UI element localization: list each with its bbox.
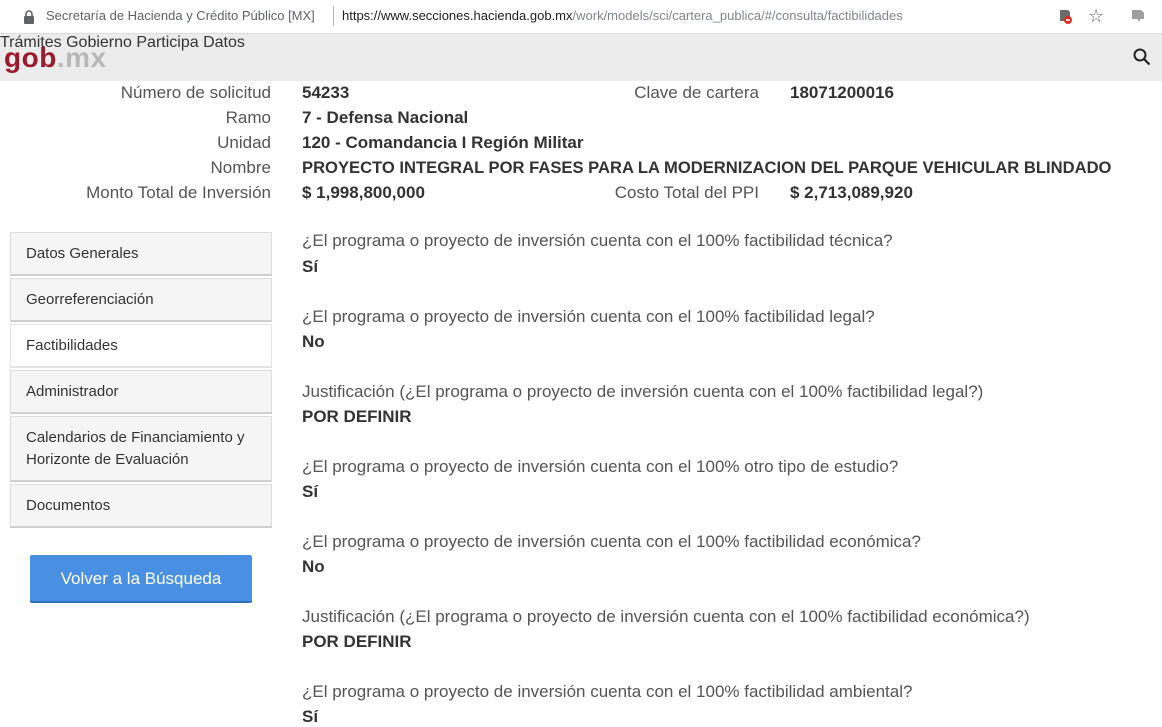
profile-icon[interactable] <box>1130 8 1146 24</box>
unidad-value: 120 - Comandancia I Región Militar <box>302 133 584 152</box>
nav-datos[interactable]: Datos <box>203 34 245 51</box>
search-icon[interactable] <box>1132 47 1152 67</box>
clave-label: Clave de cartera <box>634 83 759 102</box>
monto-value: $ 1,998,800,000 <box>302 183 425 202</box>
sidebar-item-label: Calendarios de Financiamiento y <box>26 429 245 446</box>
monto-label: Monto Total de Inversión <box>86 183 271 202</box>
ramo-label: Ramo <box>225 108 271 127</box>
question-text: ¿El programa o proyecto de inversión cue… <box>302 682 913 701</box>
project-summary: Número de solicitud 54233 Clave de carte… <box>0 81 1162 211</box>
answer-text: POR DEFINIR <box>302 407 412 426</box>
answer-text: Sí <box>302 482 319 501</box>
bookmark-star-icon[interactable]: ☆ <box>1088 5 1104 27</box>
answer-text: POR DEFINIR <box>302 632 412 651</box>
unidad-label: Unidad <box>217 133 271 152</box>
logo-mx: .mx <box>56 42 107 73</box>
url-path: /work/models/sci/cartera_publica/#/consu… <box>572 8 903 23</box>
nombre-value: PROYECTO INTEGRAL POR FASES PARA LA MODE… <box>302 158 1112 177</box>
numero-label: Número de solicitud <box>120 83 271 102</box>
nombre-label: Nombre <box>210 158 271 177</box>
clave-value: 18071200016 <box>790 83 895 102</box>
sidebar-item-label: Factibilidades <box>26 337 118 354</box>
costo-label: Costo Total del PPI <box>614 183 759 202</box>
numero-value: 54233 <box>302 83 350 102</box>
address-separator <box>333 6 334 26</box>
site-header: gob.mx Trámites Gobierno Participa Datos <box>0 34 1162 81</box>
answer-text: Sí <box>302 257 319 276</box>
sidebar-item-factibilidades[interactable]: Factibilidades <box>10 324 272 368</box>
sidebar-item-label: Datos Generales <box>26 245 139 262</box>
gob-mx-logo[interactable]: gob.mx <box>4 42 107 74</box>
sidebar-item-label-line2: Horizonte de Evaluación <box>26 451 189 468</box>
question-text: ¿El programa o proyecto de inversión cue… <box>302 532 921 551</box>
answer-text: No <box>302 557 325 576</box>
lock-icon[interactable] <box>22 9 36 25</box>
question-text: ¿El programa o proyecto de inversión cue… <box>302 307 875 326</box>
sidebar-item-label: Documentos <box>26 497 111 514</box>
sidebar-item-label: Georreferenciación <box>26 291 154 308</box>
sidebar-item-label: Administrador <box>26 383 119 400</box>
question-text: ¿El programa o proyecto de inversión cue… <box>302 457 899 476</box>
url-host: https://www.secciones.hacienda.gob.mx <box>342 8 573 23</box>
url-field[interactable]: https://www.secciones.hacienda.gob.mx/wo… <box>342 8 903 23</box>
answer-text: Sí <box>302 707 319 726</box>
ramo-value: 7 - Defensa Nacional <box>302 108 469 127</box>
logo-gob: gob <box>4 42 57 73</box>
sidebar-item-administrador[interactable]: Administrador <box>10 370 272 414</box>
costo-value: $ 2,713,089,920 <box>790 183 913 202</box>
extension-icon[interactable] <box>1057 8 1073 24</box>
site-name[interactable]: Secretaría de Hacienda y Crédito Público… <box>46 8 315 23</box>
back-to-search-button[interactable]: Volver a la Búsqueda <box>30 555 252 601</box>
browser-address-bar: Secretaría de Hacienda y Crédito Público… <box>0 0 1162 34</box>
question-text: ¿El programa o proyecto de inversión cue… <box>302 231 893 250</box>
sidebar-item-calendarios[interactable]: Calendarios de Financiamiento y Horizont… <box>10 416 272 482</box>
sidebar-item-documentos[interactable]: Documentos <box>10 484 272 528</box>
answer-text: No <box>302 332 325 351</box>
question-text: Justificación (¿El programa o proyecto d… <box>302 607 1030 626</box>
sidebar-item-datos-generales[interactable]: Datos Generales <box>10 232 272 276</box>
question-text: Justificación (¿El programa o proyecto d… <box>302 382 984 401</box>
sidebar-item-georreferenciacion[interactable]: Georreferenciación <box>10 278 272 322</box>
nav-participa[interactable]: Participa <box>136 34 198 51</box>
